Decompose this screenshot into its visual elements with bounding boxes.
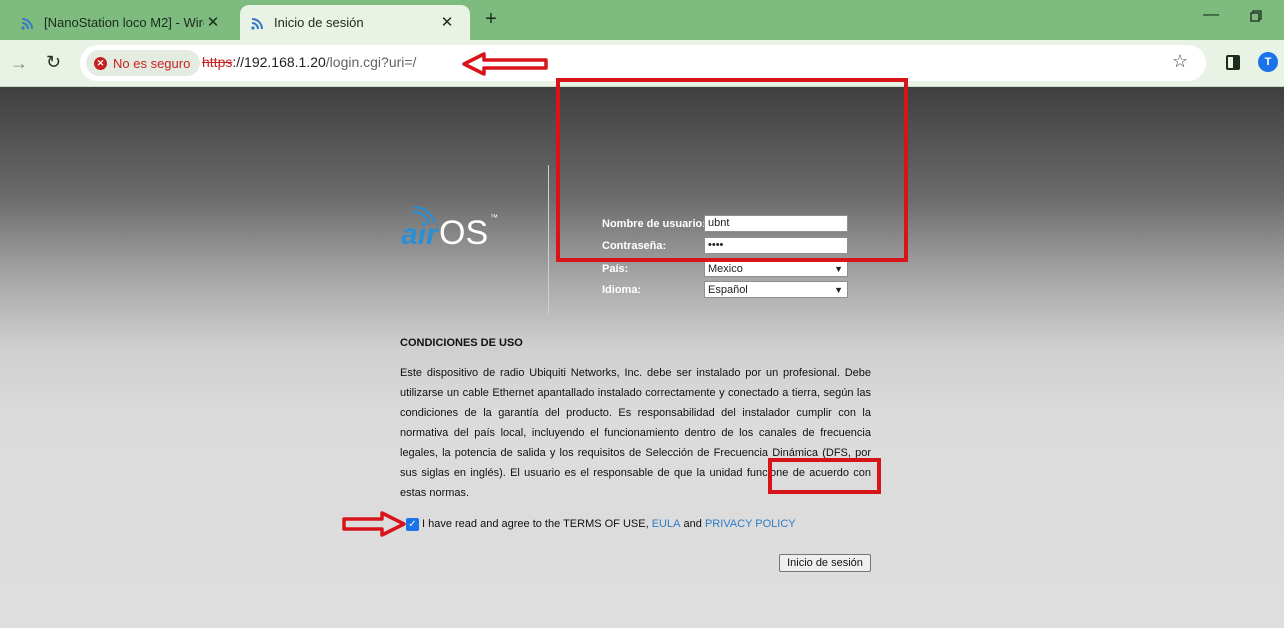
minimize-icon[interactable]: — bbox=[1203, 6, 1219, 24]
url-path: /login.cgi?uri=/ bbox=[325, 54, 417, 70]
logo-os-text: OS bbox=[439, 214, 488, 252]
logo-tm-text: ™ bbox=[490, 213, 498, 222]
privacy-policy-link[interactable]: PRIVACY POLICY bbox=[705, 518, 796, 530]
annotation-box-button bbox=[768, 458, 881, 494]
language-value: Español bbox=[708, 283, 748, 296]
agree-and-text: and bbox=[683, 518, 702, 530]
wireless-icon bbox=[251, 17, 263, 30]
terms-title: CONDICIONES DE USO bbox=[400, 337, 523, 349]
country-value: Mexico bbox=[708, 262, 743, 275]
tab-login[interactable]: Inicio de sesión ✕ bbox=[240, 5, 470, 40]
profile-avatar[interactable]: T bbox=[1258, 52, 1278, 72]
country-label: País: bbox=[602, 263, 629, 275]
language-label: Idioma: bbox=[602, 284, 642, 296]
restore-window-icon[interactable] bbox=[1250, 10, 1262, 22]
login-button[interactable]: Inicio de sesión bbox=[779, 554, 871, 572]
url-host: ://192.168.1.20 bbox=[232, 54, 326, 70]
new-tab-button[interactable]: + bbox=[480, 8, 502, 31]
country-select[interactable]: Mexico ▼ bbox=[704, 260, 848, 277]
agree-row: ✓ I have read and agree to the TERMS OF … bbox=[406, 515, 796, 533]
annotation-arrow-url bbox=[462, 52, 548, 76]
not-secure-icon: ✕ bbox=[94, 56, 107, 70]
url-scheme: https bbox=[202, 54, 233, 70]
chevron-down-icon: ▼ bbox=[834, 263, 843, 274]
eula-link[interactable]: EULA bbox=[652, 518, 681, 530]
tab-strip: [NanoStation loco M2] - Wirele ✕ Inicio … bbox=[0, 0, 1284, 40]
annotation-arrow-checkbox bbox=[342, 511, 406, 537]
forward-arrow-icon[interactable]: → bbox=[10, 53, 28, 74]
wireless-icon bbox=[21, 17, 33, 30]
reload-icon[interactable]: ↻ bbox=[46, 52, 61, 73]
tab-title: [NanoStation loco M2] - Wirele bbox=[44, 15, 204, 30]
close-tab-icon[interactable]: ✕ bbox=[438, 13, 456, 31]
language-select[interactable]: Español ▼ bbox=[704, 281, 848, 298]
tab-nanostation[interactable]: [NanoStation loco M2] - Wirele ✕ bbox=[8, 5, 236, 40]
side-panel-icon[interactable] bbox=[1226, 55, 1240, 70]
bookmark-star-icon[interactable]: ☆ bbox=[1172, 51, 1188, 72]
language-row: Idioma: Español ▼ bbox=[602, 281, 852, 299]
airos-logo: air OS ™ bbox=[401, 205, 498, 252]
close-tab-icon[interactable]: ✕ bbox=[204, 13, 222, 31]
chevron-down-icon: ▼ bbox=[834, 284, 843, 295]
annotation-box-form bbox=[556, 78, 908, 262]
agree-text: I have read and agree to the TERMS OF US… bbox=[422, 518, 649, 530]
country-row: País: Mexico ▼ bbox=[602, 260, 852, 278]
security-label: No es seguro bbox=[113, 55, 191, 71]
address-bar[interactable]: ✕ No es seguro https://192.168.1.20/logi… bbox=[80, 45, 1206, 81]
security-chip[interactable]: ✕ No es seguro bbox=[86, 50, 201, 76]
logo-air-text: air bbox=[401, 218, 440, 251]
tab-title: Inicio de sesión bbox=[274, 15, 364, 30]
vertical-divider bbox=[548, 165, 549, 315]
url-text[interactable]: https://192.168.1.20/login.cgi?uri=/ bbox=[202, 54, 416, 70]
agree-checkbox[interactable]: ✓ bbox=[406, 517, 419, 531]
